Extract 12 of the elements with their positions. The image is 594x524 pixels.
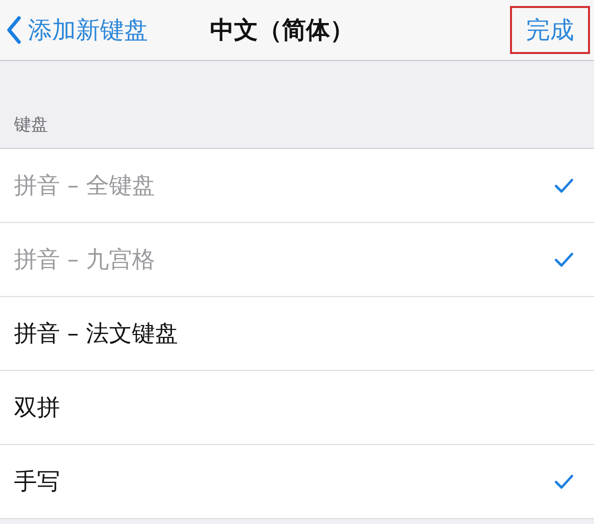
option-label: 拼音 – 全键盘 (14, 172, 156, 201)
screen-title: 中文（简体） (210, 15, 354, 46)
back-button[interactable]: 添加新键盘 (0, 14, 148, 46)
option-label: 拼音 – 九宫格 (14, 246, 156, 275)
chevron-left-icon (6, 16, 22, 44)
keyboard-option[interactable]: 手写 (0, 445, 594, 519)
done-button[interactable]: 完成 (510, 6, 590, 54)
keyboard-option[interactable]: 拼音 – 法文键盘 (0, 297, 594, 371)
option-label: 双拼 (14, 394, 61, 423)
option-label: 拼音 – 法文键盘 (14, 320, 180, 349)
option-label: 手写 (14, 468, 61, 497)
keyboard-option[interactable]: 双拼 (0, 371, 594, 445)
